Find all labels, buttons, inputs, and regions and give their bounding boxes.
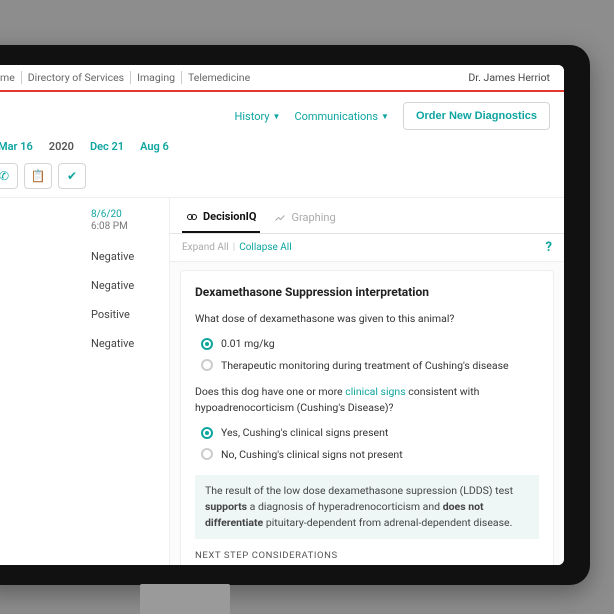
help-button[interactable]: ?: [546, 240, 552, 255]
option-label: Yes, Cushing's clinical signs present: [221, 425, 388, 441]
toolbar: ✆ 📋 ✔: [0, 163, 564, 198]
action-bar: History ▼ Communications ▼ Order New Dia…: [0, 92, 564, 132]
question-2: Does this dog have one or more clinical …: [195, 384, 539, 416]
detail-pane: ✕ DecisionIQ Graphing Expand All: [170, 198, 564, 565]
results-pane: 8/6/20 6:08 PM Negative Negative Positiv…: [0, 198, 170, 565]
option-label: No, Cushing's clinical signs not present: [221, 447, 403, 463]
result-row: Positive: [91, 300, 157, 329]
phone-button[interactable]: ✆: [0, 163, 18, 189]
radio-icon: [201, 338, 213, 350]
history-dropdown[interactable]: History ▼: [235, 110, 281, 123]
option-label: Therapeutic monitoring during treatment …: [221, 358, 509, 374]
check-button[interactable]: ✔: [58, 163, 86, 189]
date-aug6[interactable]: Aug 6: [140, 140, 169, 153]
clipboard-icon: 📋: [31, 169, 46, 183]
brain-icon: [186, 211, 198, 223]
main-content: 8/6/20 6:08 PM Negative Negative Positiv…: [0, 198, 564, 565]
nav-home[interactable]: ome: [0, 71, 22, 84]
communications-dropdown[interactable]: Communications ▼: [294, 110, 389, 123]
nav-imaging[interactable]: Imaging: [131, 71, 182, 84]
nav-links: ome Directory of Services Imaging Teleme…: [0, 71, 256, 84]
q2-option-1[interactable]: Yes, Cushing's clinical signs present: [195, 422, 539, 444]
screen: ome Directory of Services Imaging Teleme…: [0, 65, 564, 565]
question-1: What dose of dexamethasone was given to …: [195, 311, 539, 327]
card-title: Dexamethasone Suppression interpretation: [195, 283, 539, 301]
radio-icon: [201, 448, 213, 460]
expand-all-link[interactable]: Expand All: [182, 242, 229, 253]
result-date: 8/6/20: [91, 208, 157, 221]
chevron-down-icon: ▼: [273, 112, 281, 121]
clinical-signs-link[interactable]: clinical signs: [345, 385, 405, 398]
device-frame: ome Directory of Services Imaging Teleme…: [0, 45, 590, 585]
divider: |: [233, 242, 235, 253]
q1-option-2[interactable]: Therapeutic monitoring during treatment …: [195, 355, 539, 377]
tab-bar: DecisionIQ Graphing: [170, 198, 564, 234]
clipboard-button[interactable]: 📋: [24, 163, 52, 189]
q1-option-1[interactable]: 0.01 mg/kg: [195, 333, 539, 355]
tab-label: DecisionIQ: [203, 210, 256, 223]
nav-telemedicine[interactable]: Telemedicine: [182, 71, 256, 84]
radio-icon: [201, 359, 213, 371]
date-mar16[interactable]: Mar 16: [0, 140, 33, 153]
communications-label: Communications: [294, 110, 378, 123]
result-time: 6:08 PM: [91, 221, 157, 232]
chevron-down-icon: ▼: [381, 112, 389, 121]
result-row: Negative: [91, 329, 157, 358]
phone-icon: ✆: [0, 169, 9, 183]
result-summary: The result of the low dose dexamethasone…: [195, 475, 539, 538]
year-2020: 2020: [49, 140, 74, 153]
user-name[interactable]: Dr. James Herriot: [468, 71, 550, 84]
q2-option-2[interactable]: No, Cushing's clinical signs not present: [195, 444, 539, 466]
order-diagnostics-button[interactable]: Order New Diagnostics: [403, 102, 550, 130]
result-row: Negative: [91, 242, 157, 271]
check-icon: ✔: [67, 169, 77, 183]
monitor-stand: [140, 584, 230, 614]
date-bar: Mar 16 2020 Dec 21 Aug 6: [0, 132, 564, 163]
next-steps-header: NEXT STEP CONSIDERATIONS: [195, 549, 539, 563]
nav-directory[interactable]: Directory of Services: [22, 71, 131, 84]
option-label: 0.01 mg/kg: [221, 336, 275, 352]
graph-icon: [274, 212, 286, 224]
date-dec21[interactable]: Dec 21: [90, 140, 124, 153]
tab-label: Graphing: [291, 211, 335, 224]
radio-icon: [201, 427, 213, 439]
tab-decisioniq[interactable]: DecisionIQ: [182, 206, 260, 233]
collapse-all-link[interactable]: Collapse All: [239, 242, 291, 253]
result-row: Negative: [91, 271, 157, 300]
interpretation-card: Dexamethasone Suppression interpretation…: [180, 270, 554, 565]
top-nav-bar: ome Directory of Services Imaging Teleme…: [0, 65, 564, 92]
history-label: History: [235, 110, 270, 123]
expand-collapse-row: Expand All | Collapse All ?: [170, 234, 564, 262]
tab-graphing[interactable]: Graphing: [270, 206, 339, 233]
